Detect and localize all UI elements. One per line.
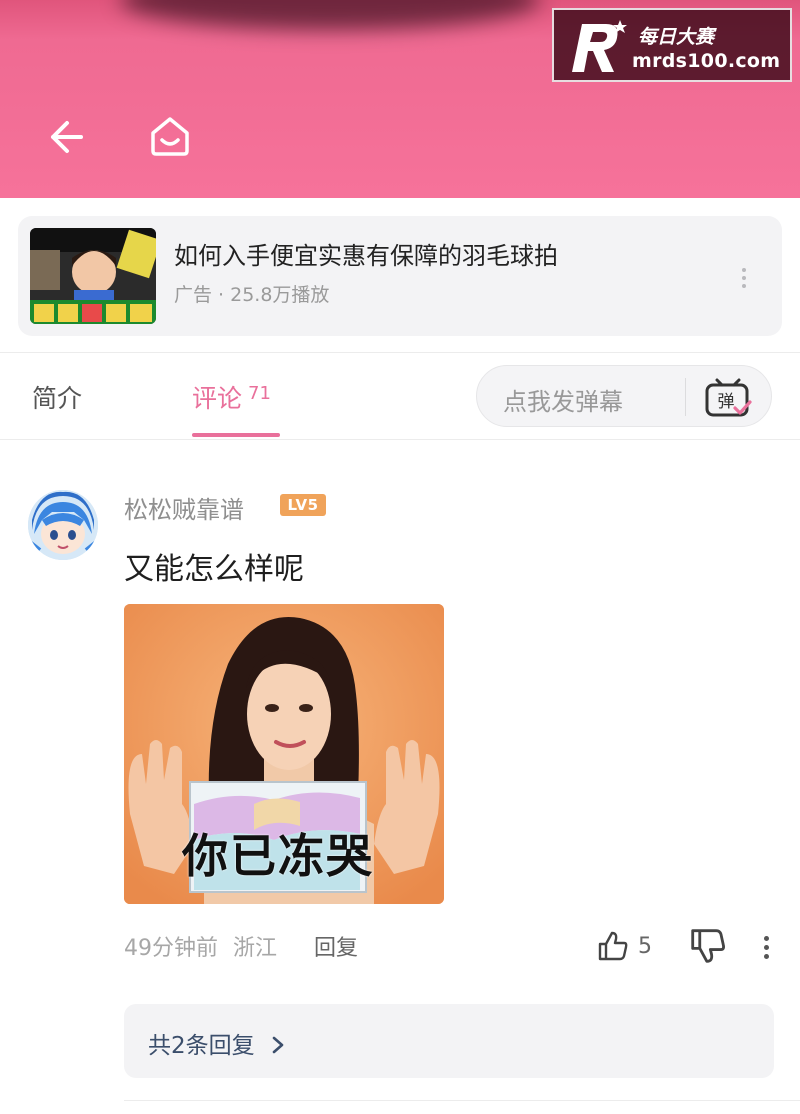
brand-logo-icon — [572, 20, 627, 72]
top-shadow — [120, 0, 540, 30]
thumbs-up-icon — [598, 931, 628, 961]
danmaku-input[interactable]: 点我发弹幕 弹 — [476, 365, 772, 427]
danmaku-divider — [685, 378, 686, 416]
level-badge: LV5 — [280, 494, 326, 516]
ad-title[interactable]: 如何入手便宜实惠有保障的羽毛球拍 — [174, 236, 558, 271]
tab-intro[interactable]: 简介 — [32, 379, 82, 415]
comment-time: 49分钟前 — [124, 936, 218, 961]
top-navigation-bar: 每日大赛 mrds100.com — [0, 0, 800, 198]
like-button[interactable]: 5 — [596, 926, 652, 966]
comment-image[interactable]: 你已冻哭 — [124, 604, 444, 904]
tab-comments[interactable]: 评论 71 — [192, 379, 271, 415]
comment-more-menu-icon[interactable] — [756, 930, 776, 964]
like-count: 5 — [638, 933, 652, 959]
comment-location: 浙江 — [233, 936, 278, 961]
comment-text: 又能怎么样呢 — [124, 552, 304, 587]
danmaku-toggle-icon[interactable]: 弹 — [703, 376, 753, 418]
home-button[interactable] — [142, 108, 198, 164]
danmaku-placeholder: 点我发弹幕 — [503, 388, 623, 416]
tab-comments-count: 71 — [248, 383, 271, 404]
reply-button[interactable]: 回复 — [314, 930, 358, 962]
replies-summary-label: 共2条回复 — [148, 1033, 255, 1059]
ad-card[interactable]: 如何入手便宜实惠有保障的羽毛球拍 广告 · 25.8万播放 — [18, 216, 782, 336]
back-button[interactable] — [40, 112, 90, 162]
chevron-right-icon — [272, 1036, 284, 1054]
meme-caption: 你已冻哭 — [181, 829, 374, 883]
watermark-brand: 每日大赛 — [638, 26, 715, 48]
ad-thumbnail[interactable] — [30, 228, 156, 324]
watermark-domain: mrds100.com — [632, 50, 781, 72]
dislike-button[interactable] — [688, 926, 728, 966]
view-replies-button[interactable]: 共2条回复 — [124, 1004, 774, 1078]
comment-username[interactable]: 松松贼靠谱 — [124, 490, 244, 525]
avatar[interactable] — [28, 490, 98, 560]
danmaku-icon-label: 弹 — [718, 392, 735, 412]
ad-meta: 广告 · 25.8万播放 — [174, 284, 330, 306]
home-icon — [151, 117, 189, 156]
tab-bar: 简介 评论 71 点我发弹幕 弹 — [0, 352, 800, 440]
back-arrow-icon — [51, 121, 83, 153]
comment-meta: 49分钟前 浙江 — [124, 930, 277, 962]
ad-more-menu-icon[interactable] — [732, 262, 756, 294]
replies-summary: 共2条回复 — [148, 1026, 286, 1060]
tab-comments-label: 评论 — [192, 384, 243, 413]
divider — [124, 1100, 800, 1101]
thumbs-down-icon — [691, 929, 725, 963]
active-tab-indicator — [192, 433, 280, 437]
watermark: 每日大赛 mrds100.com — [552, 8, 792, 82]
